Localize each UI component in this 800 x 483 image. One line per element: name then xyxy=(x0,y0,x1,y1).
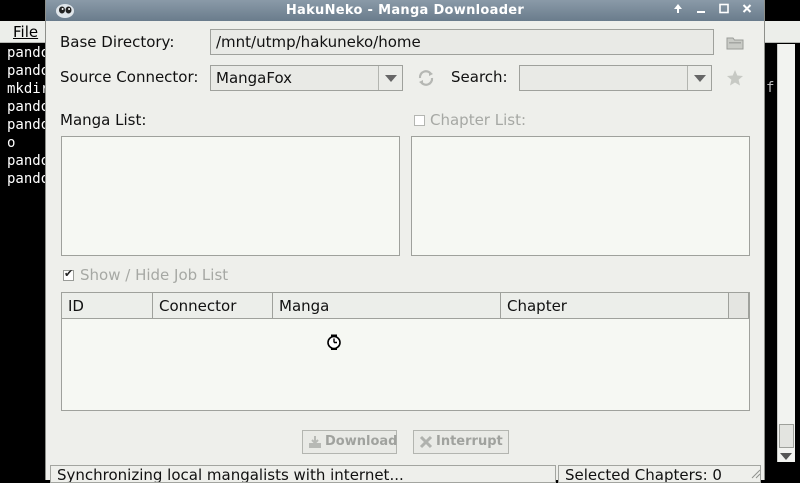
terminal-line: mkdir xyxy=(7,81,50,97)
refresh-connector-button[interactable] xyxy=(415,67,437,89)
refresh-icon xyxy=(418,70,434,86)
window-titlebar[interactable]: HakuNeko - Manga Downloader xyxy=(46,0,764,21)
job-list-toggle-label: Show / Hide Job List xyxy=(80,266,229,284)
column-header-manga[interactable]: Manga xyxy=(273,293,501,319)
window-minimize-button[interactable] xyxy=(692,2,710,19)
terminal-scrollbar[interactable] xyxy=(777,44,795,462)
resize-grip-icon[interactable] xyxy=(749,467,761,479)
terminal-line: pando xyxy=(7,99,50,115)
browse-folder-button[interactable] xyxy=(724,31,746,53)
arrow-up-icon xyxy=(674,4,682,13)
table-corner xyxy=(729,293,749,319)
chapter-list-label: Chapter List: xyxy=(430,111,527,129)
source-connector-select[interactable]: MangaFox xyxy=(210,65,403,91)
window-title: HakuNeko - Manga Downloader xyxy=(285,3,525,18)
stop-x-icon xyxy=(419,435,433,449)
column-header-id[interactable]: ID xyxy=(62,293,153,319)
bookmark-button[interactable] xyxy=(724,67,746,89)
window-close-button[interactable] xyxy=(738,2,756,19)
star-icon xyxy=(727,70,743,86)
download-button-label: Download xyxy=(325,434,398,449)
download-icon xyxy=(309,436,321,448)
file-menu[interactable]: File xyxy=(13,23,38,41)
source-connector-value: MangaFox xyxy=(216,69,293,87)
interrupt-button-label: Interrupt xyxy=(436,434,503,449)
base-directory-label: Base Directory: xyxy=(60,33,175,51)
interrupt-button[interactable]: Interrupt xyxy=(413,430,509,454)
source-connector-label: Source Connector: xyxy=(60,68,199,86)
selected-chapters-status: Selected Chapters: 0 xyxy=(558,465,761,483)
terminal-line: pando xyxy=(7,45,50,61)
terminal-line: pando xyxy=(7,153,50,169)
chevron-down-icon[interactable] xyxy=(687,66,711,90)
minimize-icon xyxy=(697,11,705,13)
scroll-down-arrow-icon[interactable] xyxy=(780,453,792,460)
manga-list[interactable] xyxy=(61,136,400,256)
terminal-line: o xyxy=(7,135,16,151)
terminal-line: pando xyxy=(7,171,50,187)
base-directory-field[interactable]: /mnt/utmp/hakuneko/home xyxy=(210,29,714,55)
hakuneko-window: HakuNeko - Manga Downloader Base Directo… xyxy=(45,0,765,483)
download-button[interactable]: Download xyxy=(302,430,397,454)
job-list-checkbox[interactable]: ✔ xyxy=(63,267,74,281)
column-header-chapter[interactable]: Chapter xyxy=(501,293,729,319)
chevron-down-icon[interactable] xyxy=(378,66,402,90)
status-message: Synchronizing local mangalists with inte… xyxy=(50,465,556,483)
close-icon xyxy=(742,4,752,13)
window-sticky-button[interactable] xyxy=(669,2,687,19)
job-table[interactable]: ID Connector Manga Chapter xyxy=(61,292,750,411)
terminal-fragment: f xyxy=(766,80,775,96)
search-select[interactable] xyxy=(519,65,712,91)
search-label: Search: xyxy=(451,68,508,86)
busy-cursor-icon xyxy=(327,334,341,350)
terminal-line: pando xyxy=(7,63,50,79)
scrollbar-thumb[interactable] xyxy=(779,424,794,448)
terminal-line: pando xyxy=(7,117,50,133)
maximize-icon xyxy=(719,3,729,14)
folder-icon xyxy=(726,37,744,50)
chapter-list-checkbox[interactable] xyxy=(414,115,425,126)
window-maximize-button[interactable] xyxy=(715,2,733,19)
manga-list-label: Manga List: xyxy=(60,111,147,129)
column-header-connector[interactable]: Connector xyxy=(153,293,273,319)
chapter-list[interactable] xyxy=(411,136,750,256)
checkmark-icon: ✔ xyxy=(64,267,74,280)
